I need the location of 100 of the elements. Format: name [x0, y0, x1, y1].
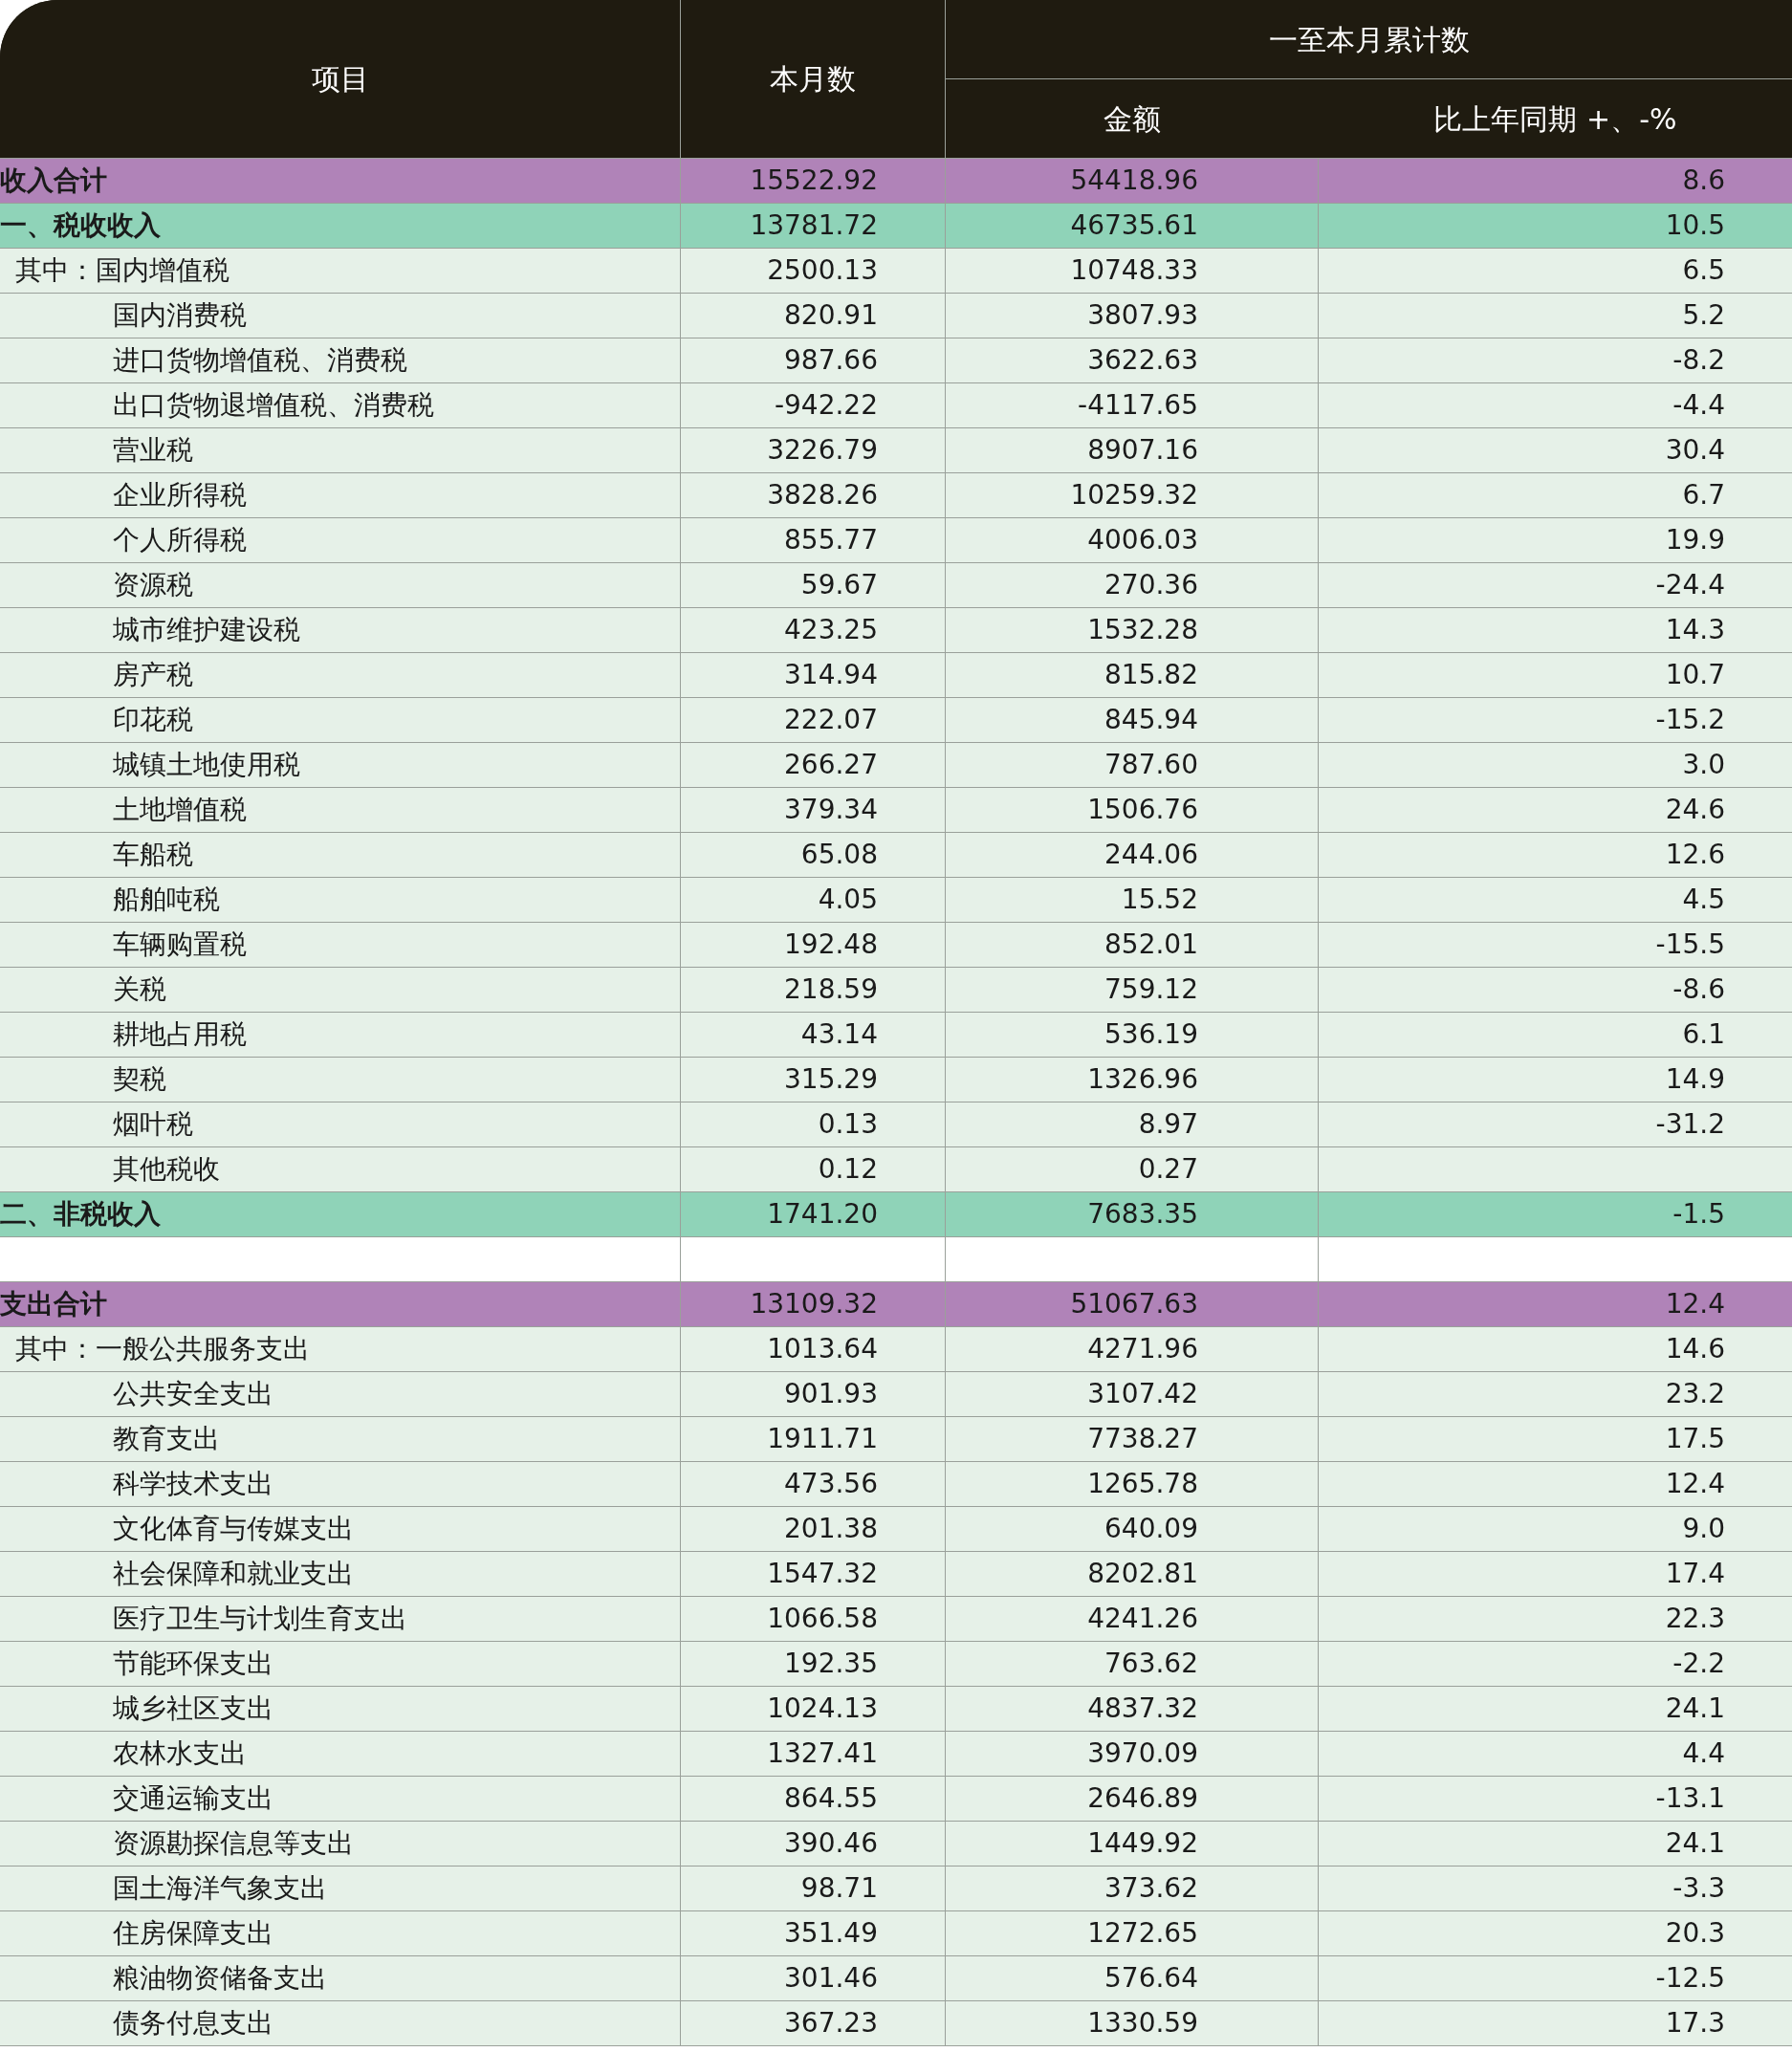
table-cell: 1449.92	[946, 1822, 1319, 1866]
table-cell: -12.5	[1319, 1956, 1792, 2001]
table-cell: 4837.32	[946, 1687, 1319, 1732]
table-cell: 8202.81	[946, 1552, 1319, 1597]
table-cell: 4.5	[1319, 878, 1792, 923]
table-cell: 医疗卫生与计划生育支出	[0, 1597, 681, 1642]
table-cell: 12.4	[1319, 1462, 1792, 1507]
table-cell: 城镇土地使用税	[0, 743, 681, 788]
table-cell: 1330.59	[946, 2001, 1319, 2046]
table-cell: 4.05	[681, 878, 946, 923]
table-cell: 845.94	[946, 698, 1319, 743]
table-cell: 1265.78	[946, 1462, 1319, 1507]
table-cell: -13.1	[1319, 1777, 1792, 1822]
table-cell: 3970.09	[946, 1732, 1319, 1777]
table-cell: 国内消费税	[0, 294, 681, 338]
table-cell: 进口货物增值税、消费税	[0, 338, 681, 383]
table-cell: 14.9	[1319, 1058, 1792, 1102]
table-cell: 1327.41	[681, 1732, 946, 1777]
table-cell: 城市维护建设税	[0, 608, 681, 653]
table-cell: 15522.92	[681, 159, 946, 204]
table-cell: -31.2	[1319, 1102, 1792, 1147]
table-cell: 10259.32	[946, 473, 1319, 518]
table-cell: 379.34	[681, 788, 946, 833]
table-cell: 314.94	[681, 653, 946, 698]
table-cell: 教育支出	[0, 1417, 681, 1462]
table-cell: 一、税收收入	[0, 204, 681, 249]
table-cell: 农林水支出	[0, 1732, 681, 1777]
table-cell: 其中：一般公共服务支出	[0, 1327, 681, 1372]
table-cell: -8.2	[1319, 338, 1792, 383]
table-cell: 出口货物退增值税、消费税	[0, 383, 681, 428]
table-cell: 2500.13	[681, 249, 946, 294]
table-cell: 15.52	[946, 878, 1319, 923]
table-cell: 17.3	[1319, 2001, 1792, 2046]
table-cell: 4.4	[1319, 1732, 1792, 1777]
table-cell: 8907.16	[946, 428, 1319, 473]
table-cell: 其中：国内增值税	[0, 249, 681, 294]
table-cell: -3.3	[1319, 1866, 1792, 1911]
table-cell: 交通运输支出	[0, 1777, 681, 1822]
table-cell: 1272.65	[946, 1911, 1319, 1956]
table-cell: 节能环保支出	[0, 1642, 681, 1687]
table-cell: 24.6	[1319, 788, 1792, 833]
table-cell: 公共安全支出	[0, 1372, 681, 1417]
table-cell: 98.71	[681, 1866, 946, 1911]
column-header: 项目	[0, 0, 681, 158]
table-cell: 1066.58	[681, 1597, 946, 1642]
table-cell: 1532.28	[946, 608, 1319, 653]
table-cell: -15.2	[1319, 698, 1792, 743]
table-cell: 301.46	[681, 1956, 946, 2001]
table-cell: 房产税	[0, 653, 681, 698]
table-cell: 864.55	[681, 1777, 946, 1822]
table-cell: 1506.76	[946, 788, 1319, 833]
table-cell: 6.1	[1319, 1013, 1792, 1058]
table-cell: 1741.20	[681, 1192, 946, 1237]
table-cell: -4117.65	[946, 383, 1319, 428]
table-cell: 270.36	[946, 563, 1319, 608]
table-cell: 12.6	[1319, 833, 1792, 878]
table-cell: 373.62	[946, 1866, 1319, 1911]
table-cell: 契税	[0, 1058, 681, 1102]
table-cell: 266.27	[681, 743, 946, 788]
table-cell: 17.5	[1319, 1417, 1792, 1462]
table-cell: 营业税	[0, 428, 681, 473]
table-cell: 关税	[0, 968, 681, 1013]
table-cell: 787.60	[946, 743, 1319, 788]
table-cell: 23.2	[1319, 1372, 1792, 1417]
table-cell: 资源勘探信息等支出	[0, 1822, 681, 1866]
table-cell: 815.82	[946, 653, 1319, 698]
table-cell: 债务付息支出	[0, 2001, 681, 2046]
table-cell: 0.27	[946, 1147, 1319, 1192]
table-cell: 12.4	[1319, 1282, 1792, 1327]
table-cell: 6.5	[1319, 249, 1792, 294]
table-cell: 30.4	[1319, 428, 1792, 473]
table-cell: 218.59	[681, 968, 946, 1013]
table-cell: 0.13	[681, 1102, 946, 1147]
table-cell: 17.4	[1319, 1552, 1792, 1597]
table-cell: 192.48	[681, 923, 946, 968]
table-cell: 其他税收	[0, 1147, 681, 1192]
table-cell: 1024.13	[681, 1687, 946, 1732]
table-cell: 3828.26	[681, 473, 946, 518]
table-cell: 640.09	[946, 1507, 1319, 1552]
table-cell: 8.97	[946, 1102, 1319, 1147]
table-cell: 54418.96	[946, 159, 1319, 204]
table-cell: 城乡社区支出	[0, 1687, 681, 1732]
table-cell: 1911.71	[681, 1417, 946, 1462]
table-cell: 8.6	[1319, 159, 1792, 204]
table-cell: -24.4	[1319, 563, 1792, 608]
table-cell: 3.0	[1319, 743, 1792, 788]
table-cell: 粮油物资储备支出	[0, 1956, 681, 2001]
table-cell: 5.2	[1319, 294, 1792, 338]
table-cell: 51067.63	[946, 1282, 1319, 1327]
table-cell: 222.07	[681, 698, 946, 743]
table-cell: 船舶吨税	[0, 878, 681, 923]
table-cell: 9.0	[1319, 1507, 1792, 1552]
table-cell: 烟叶税	[0, 1102, 681, 1147]
table-cell: -15.5	[1319, 923, 1792, 968]
table-cell: 土地增值税	[0, 788, 681, 833]
table-cell: 20.3	[1319, 1911, 1792, 1956]
table-cell: 576.64	[946, 1956, 1319, 2001]
table-cell: 10748.33	[946, 249, 1319, 294]
table-cell: 社会保障和就业支出	[0, 1552, 681, 1597]
table-cell: 7683.35	[946, 1192, 1319, 1237]
